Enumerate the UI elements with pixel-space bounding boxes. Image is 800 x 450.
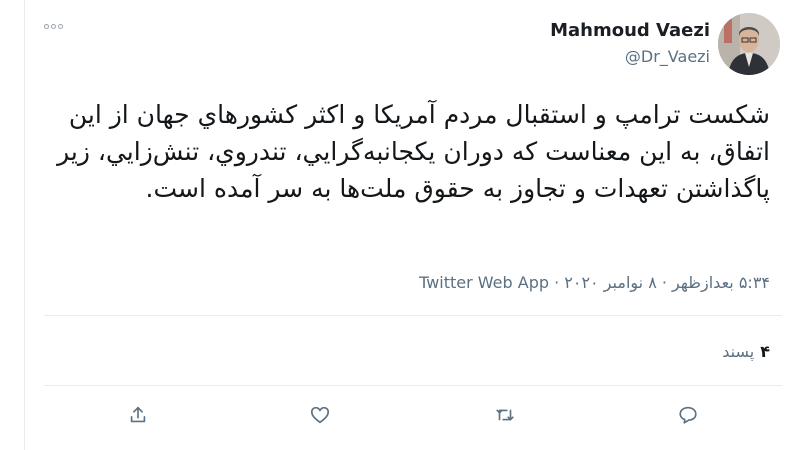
divider xyxy=(44,315,782,316)
author-name[interactable]: Mahmoud Vaezi xyxy=(550,20,710,41)
tweet-meta[interactable]: ۵:۳۴ بعدازظهر · ۸ نوامبر ۲۰۲۰ · Twitter … xyxy=(419,273,770,292)
share-icon[interactable] xyxy=(121,398,155,432)
retweet-icon[interactable] xyxy=(488,398,522,432)
author-handle[interactable]: @Dr_Vaezi xyxy=(625,47,710,66)
more-options-icon[interactable] xyxy=(44,24,63,29)
tweet-text: شکست ترامپ و استقبال مردم آمریکا و اکثر … xyxy=(57,100,770,203)
avatar[interactable] xyxy=(718,13,780,75)
heart-icon[interactable] xyxy=(303,398,337,432)
left-divider xyxy=(24,0,25,450)
likes-count[interactable]: ۴ پسند xyxy=(722,342,770,361)
tweet-card: Mahmoud Vaezi @Dr_Vaezi شکست ترامپ و است… xyxy=(0,0,800,450)
divider xyxy=(44,385,782,386)
likes-label: پسند xyxy=(722,342,755,361)
reply-icon[interactable] xyxy=(671,398,705,432)
likes-number: ۴ xyxy=(760,342,770,361)
